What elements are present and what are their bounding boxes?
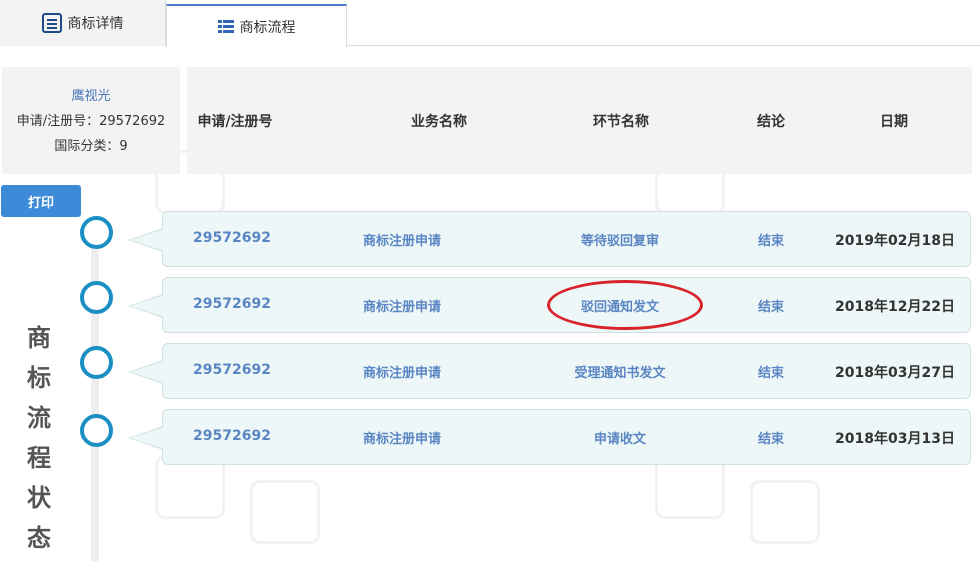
tab-label: 商标流程 [239, 19, 296, 36]
document-icon [41, 13, 62, 33]
tab-label: 商标详情 [67, 16, 124, 32]
timeline-node [80, 346, 113, 379]
row-date: 2018年03月27日 [835, 365, 955, 381]
side-title-char: 程 [27, 444, 51, 472]
row-date: 2018年03月13日 [835, 431, 955, 447]
brand-name: 鹰视光 [71, 89, 111, 104]
row-date: 2018年12月22日 [835, 299, 955, 315]
registration-number: 申请/注册号：29572692 [16, 114, 166, 129]
timeline-node [80, 414, 113, 447]
row-step: 申请收文 [593, 432, 646, 447]
list-icon [217, 19, 234, 34]
flow-row: 29572692 商标注册申请 申请收文 结束 2018年03月13日 [128, 409, 971, 465]
row-number[interactable]: 29572692 [163, 296, 301, 312]
timeline-node [80, 281, 113, 314]
side-title-char: 状 [27, 484, 51, 512]
timeline-node [80, 216, 113, 249]
header-result: 结论 [757, 114, 785, 130]
timeline-line [91, 230, 99, 561]
tab-trademark-detail[interactable]: 商标详情 [0, 0, 166, 46]
row-business: 商标注册申请 [362, 300, 441, 315]
side-title-char: 流 [27, 404, 51, 432]
flow-row: 29572692 商标注册申请 受理通知书发文 结束 2018年03月27日 [128, 343, 971, 399]
row-number[interactable]: 29572692 [163, 428, 301, 444]
tab-trademark-flow[interactable]: 商标流程 [166, 4, 347, 47]
row-number[interactable]: 29572692 [163, 362, 301, 378]
row-number[interactable]: 29572692 [163, 230, 301, 246]
row-result: 结束 [757, 432, 784, 447]
side-title-char: 商 [27, 324, 51, 352]
header-date: 日期 [880, 114, 908, 130]
flow-row: 29572692 商标注册申请 等待驳回复审 结束 2019年02月18日 [128, 211, 971, 267]
header-step: 环节名称 [593, 114, 649, 130]
watermark-decoration [250, 480, 320, 544]
row-step: 驳回通知发文 [580, 300, 659, 315]
trademark-info-panel: 鹰视光 申请/注册号：29572692 国际分类：9 [2, 67, 180, 174]
side-title-char: 标 [27, 364, 51, 392]
row-business: 商标注册申请 [362, 366, 441, 381]
row-result: 结束 [757, 234, 784, 249]
row-business: 商标注册申请 [362, 432, 441, 447]
row-result: 结束 [757, 300, 784, 315]
row-date: 2019年02月18日 [835, 233, 955, 249]
row-result: 结束 [757, 366, 784, 381]
watermark-decoration [750, 480, 820, 544]
tab-bar: 商标详情 商标流程 [0, 0, 980, 47]
flow-row: 29572692 商标注册申请 驳回通知发文 结束 2018年12月22日 [128, 277, 971, 333]
row-step: 受理通知书发文 [574, 366, 666, 381]
international-class: 国际分类：9 [54, 139, 128, 154]
side-title: 商 标 流 程 状 态 [24, 318, 54, 558]
side-title-char: 态 [27, 524, 51, 552]
row-step: 等待驳回复审 [580, 234, 659, 249]
table-header: 申请/注册号 业务名称 环节名称 结论 日期 [187, 67, 972, 174]
row-business: 商标注册申请 [362, 234, 441, 249]
print-button[interactable]: 打印 [1, 185, 81, 217]
header-number: 申请/注册号 [197, 114, 273, 130]
